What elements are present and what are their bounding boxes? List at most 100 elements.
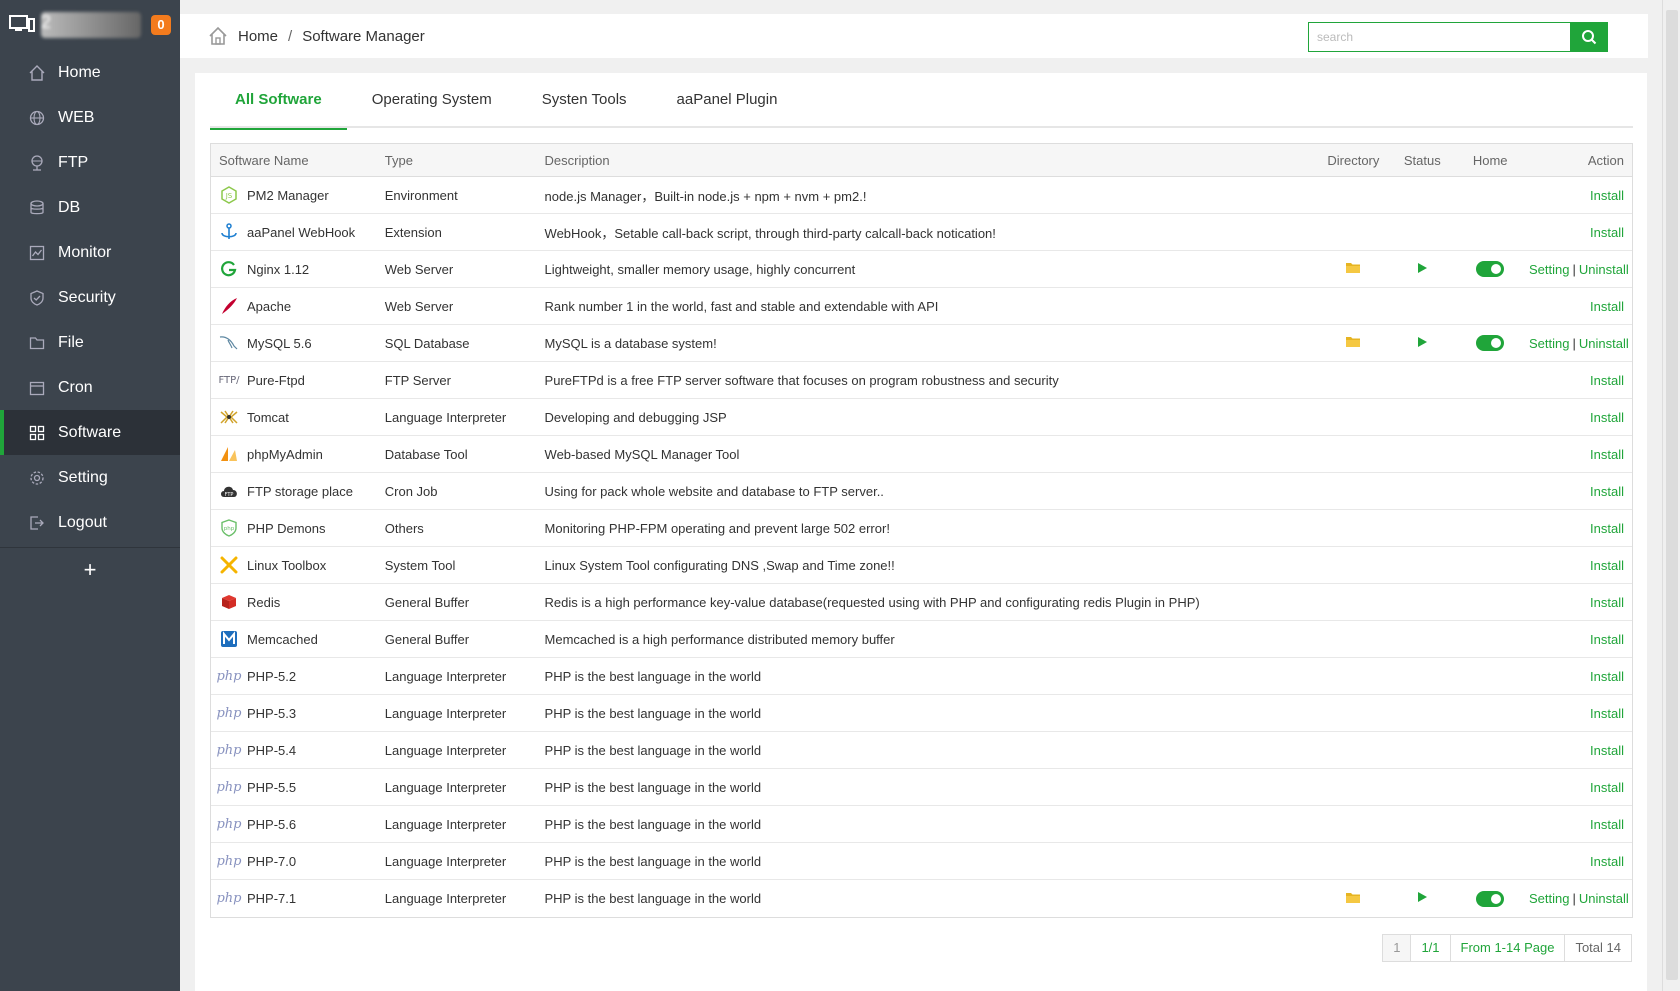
- software-type: Extension: [384, 224, 442, 240]
- install-button[interactable]: Install: [1590, 373, 1624, 388]
- uninstall-button[interactable]: Uninstall: [1579, 262, 1629, 277]
- install-button[interactable]: Install: [1590, 743, 1624, 758]
- tab-all-software[interactable]: All Software: [210, 85, 347, 130]
- tab-operating-system[interactable]: Operating System: [347, 85, 517, 128]
- play-icon[interactable]: [1416, 336, 1428, 348]
- play-icon[interactable]: [1416, 262, 1428, 274]
- setting-button[interactable]: Setting: [1529, 336, 1569, 351]
- action-separator: |: [1572, 891, 1576, 906]
- sidebar-item-label: Cron: [58, 378, 93, 396]
- notification-badge[interactable]: 0: [151, 15, 171, 35]
- sidebar-item-label: Setting: [58, 468, 108, 486]
- install-button[interactable]: Install: [1590, 706, 1624, 721]
- sidebar-item-setting[interactable]: Setting: [0, 455, 180, 500]
- status-cell: [1393, 262, 1451, 277]
- setting-button[interactable]: Setting: [1529, 891, 1569, 906]
- install-button[interactable]: Install: [1590, 447, 1624, 462]
- install-button[interactable]: Install: [1590, 854, 1624, 869]
- gear-icon: [28, 469, 46, 487]
- install-button[interactable]: Install: [1590, 780, 1624, 795]
- show-on-home-toggle[interactable]: [1476, 335, 1505, 352]
- software-table: Software Name Type Description Directory…: [210, 143, 1633, 918]
- software-name-cell: MySQL 5.6: [211, 333, 385, 353]
- breadcrumb-current: Software Manager: [302, 27, 425, 45]
- home-cell: [1451, 890, 1529, 907]
- install-button[interactable]: Install: [1590, 299, 1624, 314]
- page-scrollbar[interactable]: [1662, 0, 1680, 991]
- status-cell: [1393, 891, 1451, 906]
- software-name-cell: Apache: [211, 296, 385, 316]
- sidebar-item-software[interactable]: Software: [0, 410, 180, 455]
- software-name-cell: phpMyAdmin: [211, 444, 385, 464]
- table-header: Software Name Type Description Directory…: [211, 144, 1632, 177]
- php-logo-text: php: [216, 705, 242, 721]
- software-name-cell: Linux Toolbox: [211, 555, 385, 575]
- table-row: Redis General Buffer Redis is a high perfo…: [211, 584, 1632, 621]
- install-button[interactable]: Install: [1590, 632, 1624, 647]
- folder-icon[interactable]: [1345, 261, 1361, 274]
- software-name-cell: FTP/Pure-Ftpd: [211, 370, 385, 390]
- folder-icon[interactable]: [1345, 891, 1361, 904]
- sidebar-item-web[interactable]: WEB: [0, 95, 180, 140]
- software-name: Linux Toolbox: [247, 557, 327, 573]
- server-name[interactable]: 2: [41, 12, 141, 38]
- sidebar-item-ftp[interactable]: FTP: [0, 140, 180, 185]
- folder-icon[interactable]: [1345, 335, 1361, 348]
- software-type: Language Interpreter: [384, 816, 507, 832]
- sidebar-item-db[interactable]: DB: [0, 185, 180, 230]
- topbar: Home / Software Manager: [180, 14, 1648, 58]
- software-type: General Buffer: [384, 594, 470, 610]
- search-button[interactable]: [1570, 22, 1608, 52]
- install-button[interactable]: Install: [1590, 595, 1624, 610]
- install-button[interactable]: Install: [1590, 188, 1624, 203]
- php-logo-icon: php: [216, 889, 242, 909]
- action-cell: Install: [1529, 373, 1632, 388]
- show-on-home-toggle[interactable]: [1476, 890, 1505, 907]
- pager-range[interactable]: From 1-14 Page: [1449, 935, 1565, 961]
- uninstall-button[interactable]: Uninstall: [1579, 891, 1629, 906]
- sidebar-item-cron[interactable]: Cron: [0, 365, 180, 410]
- breadcrumb-home[interactable]: Home: [238, 28, 278, 45]
- software-name: PHP Demons: [247, 520, 326, 536]
- software-description: PHP is the best language in the world: [544, 742, 762, 758]
- pager-pages[interactable]: 1/1: [1410, 935, 1449, 961]
- add-shortcut-button[interactable]: +: [0, 547, 180, 591]
- play-icon[interactable]: [1416, 891, 1428, 903]
- table-row: Nginx 1.12 Web Server Lightweight, smaller…: [211, 251, 1632, 288]
- software-name-cell: Memcached: [211, 629, 385, 649]
- uninstall-button[interactable]: Uninstall: [1579, 336, 1629, 351]
- shield-icon: [28, 289, 46, 307]
- install-button[interactable]: Install: [1590, 410, 1624, 425]
- install-button[interactable]: Install: [1590, 558, 1624, 573]
- setting-button[interactable]: Setting: [1529, 262, 1569, 277]
- sidebar-item-file[interactable]: File: [0, 320, 180, 365]
- tab-aapanel-plugin[interactable]: aaPanel Plugin: [652, 85, 803, 128]
- install-button[interactable]: Install: [1590, 225, 1624, 240]
- install-button[interactable]: Install: [1590, 669, 1624, 684]
- php-logo-text: php: [216, 779, 242, 795]
- col-header-description: Description: [544, 152, 610, 168]
- php-logo-text: php: [216, 891, 242, 906]
- software-description: Memcached is a high performance distribu…: [544, 631, 895, 647]
- scrollbar-thumb[interactable]: [1666, 10, 1678, 980]
- tab-systen-tools[interactable]: Systen Tools: [517, 85, 652, 128]
- table-row: php PHP-5.3 Language Interpreter PHP is the…: [211, 695, 1632, 732]
- directory-cell: [1313, 335, 1393, 351]
- globe-icon: [28, 109, 46, 127]
- sidebar-item-monitor[interactable]: Monitor: [0, 230, 180, 275]
- show-on-home-toggle[interactable]: [1476, 261, 1505, 278]
- search-input[interactable]: [1308, 22, 1570, 52]
- pager-current[interactable]: 1: [1383, 935, 1411, 961]
- install-button[interactable]: Install: [1590, 521, 1624, 536]
- sidebar-item-home[interactable]: Home: [0, 50, 180, 95]
- install-button[interactable]: Install: [1590, 817, 1624, 832]
- install-button[interactable]: Install: [1590, 484, 1624, 499]
- tomcat-icon: [219, 407, 239, 427]
- home-icon[interactable]: [208, 26, 228, 46]
- action-cell: Install: [1529, 188, 1632, 203]
- table-row: php PHP-7.0 Language Interpreter PHP is the…: [211, 843, 1632, 880]
- sidebar-item-logout[interactable]: Logout: [0, 500, 180, 545]
- table-row: php PHP Demons Others Monitoring PHP-FPM op…: [211, 510, 1632, 547]
- sidebar-item-security[interactable]: Security: [0, 275, 180, 320]
- pager-total: Total 14: [1564, 935, 1631, 961]
